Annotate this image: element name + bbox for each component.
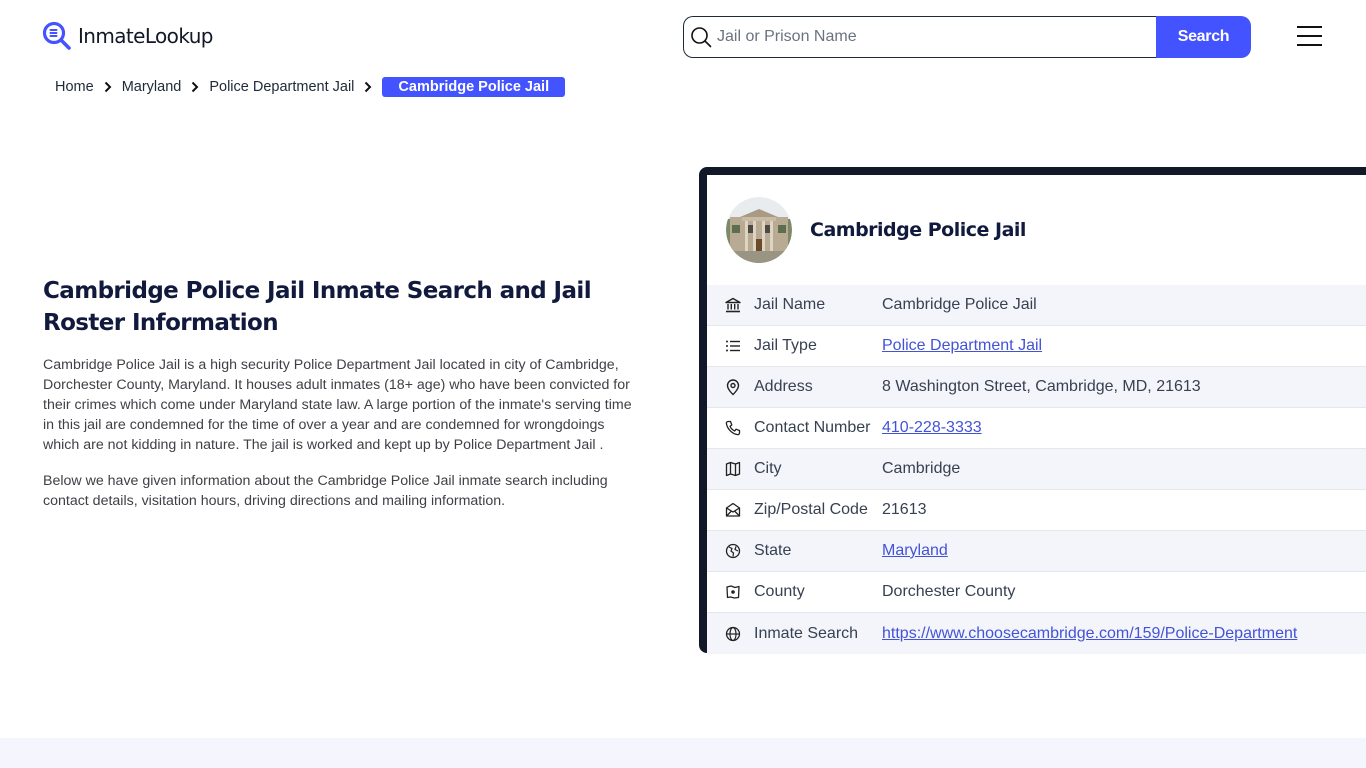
detail-row-city: City Cambridge [707, 449, 1366, 490]
phone-link[interactable]: 410-228-3333 [882, 419, 982, 437]
jail-building-image [726, 197, 792, 263]
bank-icon [725, 297, 741, 313]
jail-details-table: Jail Name Cambridge Police Jail Jail Typ… [707, 285, 1366, 654]
chevron-right-icon [104, 81, 112, 92]
globe-icon [725, 626, 741, 641]
row-value: Cambridge [882, 460, 961, 477]
row-label: City [754, 460, 782, 477]
chevron-right-icon [365, 81, 372, 92]
jail-info-card: Cambridge Police Jail Jail Name Cambridg… [699, 167, 1366, 654]
row-value: Cambridge Police Jail [882, 296, 1037, 313]
county-map-icon [726, 585, 740, 599]
breadcrumb-state[interactable]: Maryland [122, 79, 182, 95]
logo-link[interactable]: InmateLookup [42, 21, 213, 51]
row-label: Jail Name [754, 296, 826, 313]
detail-row-contact-number: Contact Number 410-228-3333 [707, 408, 1366, 449]
breadcrumb-home[interactable]: Home [55, 79, 94, 95]
page-title: Cambridge Police Jail Inmate Search and … [43, 278, 592, 336]
hamburger-menu-icon[interactable] [1297, 26, 1325, 48]
phone-icon [725, 420, 741, 436]
breadcrumb-jail-type[interactable]: Police Department Jail [209, 79, 354, 95]
card-title: Cambridge Police Jail [810, 219, 1026, 241]
detail-row-jail-name: Jail Name Cambridge Police Jail [707, 285, 1366, 326]
breadcrumb-current: Cambridge Police Jail [382, 76, 566, 97]
row-value: 8 Washington Street, Cambridge, MD, 2161… [882, 378, 1201, 395]
row-label: Jail Type [754, 337, 817, 354]
chevron-right-icon [192, 81, 199, 92]
row-label: Zip/Postal Code [754, 501, 868, 518]
detail-row-inmate-search: Inmate Search https://www.choosecambridg… [707, 613, 1366, 654]
logo-text: InmateLookup [78, 24, 213, 48]
detail-row-jail-type: Jail Type Police Department Jail [707, 326, 1366, 367]
logo-search-icon [42, 21, 71, 50]
inmate-search-link[interactable]: https://www.choosecambridge.com/159/Poli… [882, 625, 1297, 643]
search-icon [691, 27, 712, 48]
summary-paragraph: Below we have given information about th… [43, 473, 608, 509]
card-header: Cambridge Police Jail [707, 175, 1366, 285]
row-label: State [754, 542, 792, 559]
site-header: InmateLookup Search [0, 0, 1366, 72]
detail-row-zip: Zip/Postal Code 21613 [707, 490, 1366, 531]
list-icon [726, 340, 740, 352]
row-label: Contact Number [754, 419, 871, 436]
detail-row-state: State Maryland [707, 531, 1366, 572]
search-box [683, 16, 1156, 58]
row-label: County [754, 583, 805, 600]
map-icon [725, 461, 741, 477]
description-paragraph: Cambridge Police Jail is a high security… [43, 357, 632, 453]
breadcrumb: Home Maryland Police Department Jail Cam… [55, 76, 566, 97]
jail-type-link[interactable]: Police Department Jail [882, 337, 1042, 355]
mail-open-icon [725, 502, 741, 517]
map-pin-icon [726, 379, 740, 396]
row-label: Address [754, 378, 813, 395]
row-value: 21613 [882, 501, 927, 518]
intro-section: Cambridge Police Jail Inmate Search and … [43, 275, 643, 511]
detail-row-address: Address 8 Washington Street, Cambridge, … [707, 367, 1366, 408]
search-input[interactable] [717, 28, 1137, 46]
search-form: Search [683, 16, 1251, 58]
search-button[interactable]: Search [1156, 16, 1251, 58]
detail-row-county: County Dorchester County [707, 572, 1366, 613]
globe-region-icon [725, 543, 741, 559]
row-value: Dorchester County [882, 583, 1016, 600]
state-link[interactable]: Maryland [882, 542, 948, 560]
footer-section-band [0, 738, 1366, 768]
row-label: Inmate Search [754, 624, 859, 642]
